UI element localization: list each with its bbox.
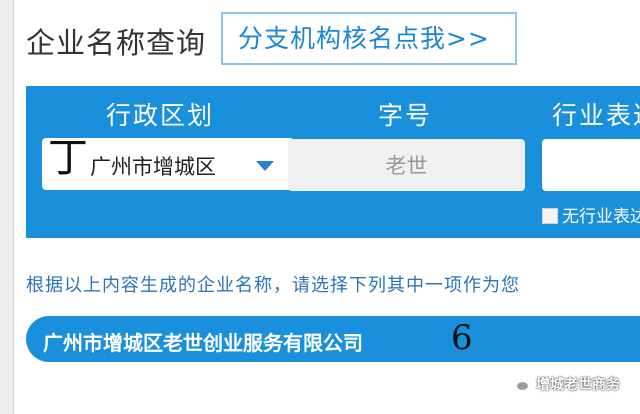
region-label: 行政区划 xyxy=(106,101,215,130)
industry-input[interactable] xyxy=(542,139,640,191)
no-industry-label: 无行业表达 xyxy=(562,207,640,227)
zihao-input[interactable] xyxy=(288,139,525,191)
no-industry-checkbox[interactable] xyxy=(542,208,558,224)
watermark: 增城老世商务 xyxy=(508,374,620,394)
zihao-label: 字号 xyxy=(378,101,433,130)
left-frame-edge xyxy=(0,0,14,414)
instruction-text: 根据以上内容生成的企业名称，请选择下列其中一项作为您 xyxy=(26,275,520,296)
result-company-name: 广州市增城区老世创业服务有限公司 xyxy=(43,331,363,355)
result-item[interactable]: 广州市增城区老世创业服务有限公司 xyxy=(26,316,640,362)
page-title: 企业名称查询 xyxy=(26,26,207,60)
wechat-logo-icon xyxy=(508,376,530,392)
name-query-form: 行政区划 字号 行业表达 广州市增城区 丁 无行业表达 xyxy=(26,86,640,238)
industry-label: 行业表达 xyxy=(552,101,640,130)
caret-down-icon xyxy=(256,161,274,171)
no-industry-option[interactable]: 无行业表达 xyxy=(542,202,640,227)
region-selected-value: 广州市增城区 xyxy=(90,155,216,179)
handwritten-mark: 6 xyxy=(451,318,473,358)
text-cursor-mark: 丁 xyxy=(48,135,88,181)
watermark-text: 增城老世商务 xyxy=(536,377,620,393)
branch-name-check-link[interactable]: 分支机构核名点我>> xyxy=(221,12,517,65)
